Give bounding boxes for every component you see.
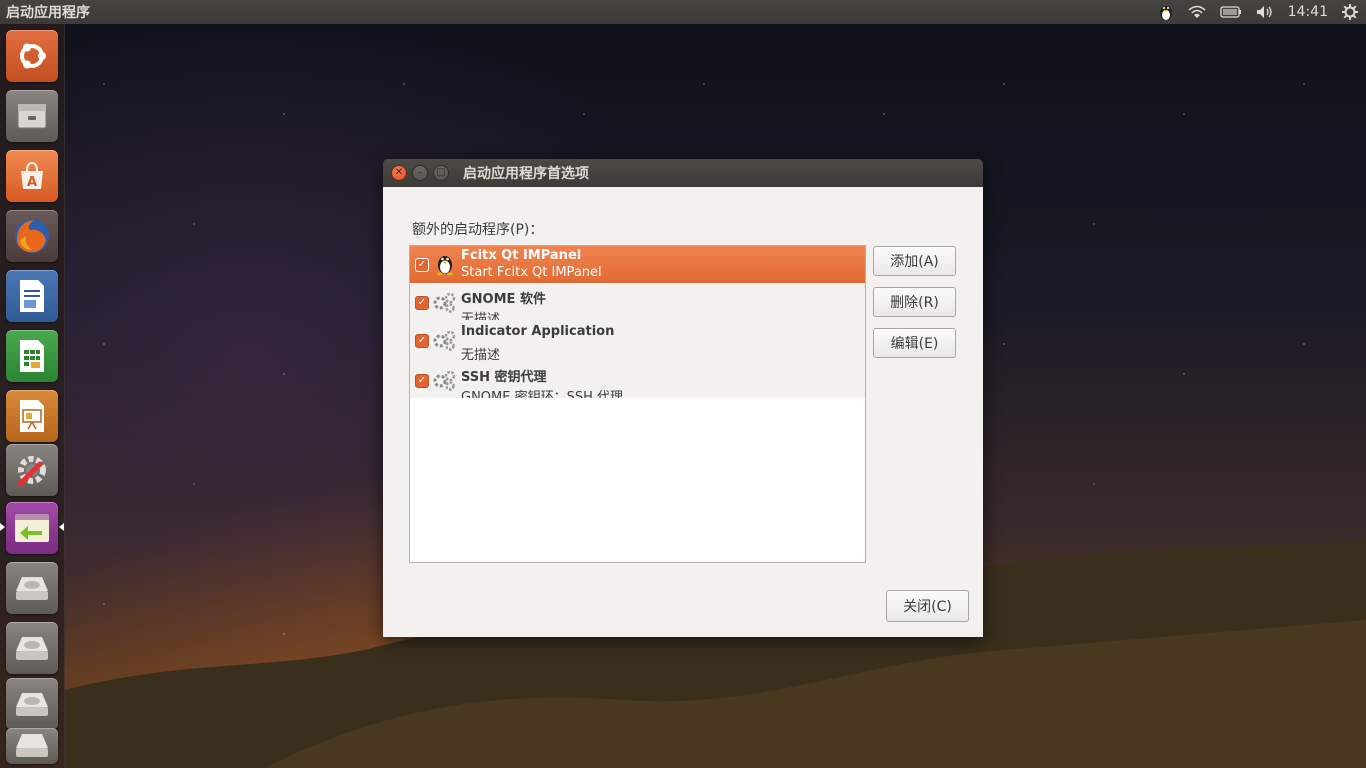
volume-icon[interactable] [1256,5,1274,19]
dialog-titlebar[interactable]: ✕ – □ 启动应用程序首选项 [383,159,983,187]
enabled-checkbox[interactable]: ✓ [415,374,429,388]
clock[interactable]: 14:41 [1288,4,1328,20]
software-center-icon[interactable]: A [6,150,58,202]
program-description: Start Fcitx Qt IMPanel [461,265,602,280]
list-item[interactable]: ✓ Indicator Application 无描述 [410,320,865,362]
enabled-checkbox[interactable]: ✓ [415,334,429,348]
firefox-icon[interactable] [6,210,58,262]
edit-button[interactable]: 编辑(E) [873,328,956,358]
system-settings-icon[interactable] [6,444,58,496]
penguin-icon [432,251,458,277]
list-item[interactable]: ✓ Fcitx Qt IMPanel Start Fcitx Qt IMPane… [410,246,865,283]
writer-icon[interactable] [6,270,58,322]
remove-button[interactable]: 删除(R) [873,287,956,317]
startup-applications-icon[interactable] [6,502,58,554]
program-name: Fcitx Qt IMPanel [461,248,582,263]
wifi-icon[interactable] [1188,5,1206,19]
minimize-window-icon[interactable]: – [412,165,428,181]
list-item[interactable]: ✓ SSH 密钥代理 GNOME 密钥环：SSH 代理 [410,362,865,398]
indicator-area: 14:41 [1158,3,1366,21]
ubuntu-dash-icon[interactable] [6,30,58,82]
startup-preferences-dialog: ✕ – □ 启动应用程序首选项 额外的启动程序(P)： ✓ Fcitx Qt I… [383,159,983,637]
startup-programs-label: 额外的启动程序(P)： [412,222,544,238]
program-name: SSH 密钥代理 [461,370,547,385]
list-item[interactable]: ✓ GNOME 软件 无描述 [410,284,865,320]
add-button[interactable]: 添加(A) [873,246,956,276]
enabled-checkbox[interactable]: ✓ [415,296,429,310]
gears-icon [432,289,458,315]
gears-icon [432,327,458,353]
dialog-title: 启动应用程序首选项 [463,166,589,182]
active-app-indicator [0,523,5,531]
active-app-title: 启动应用程序 [6,5,90,21]
files-icon[interactable] [6,90,58,142]
drive-icon-3[interactable] [6,678,58,730]
program-description: 无描述 [461,312,501,320]
program-name: GNOME 软件 [461,292,546,307]
close-button[interactable]: 关闭(C) [886,590,969,622]
program-description: GNOME 密钥环：SSH 代理 [461,390,624,398]
fcitx-penguin-icon[interactable] [1158,3,1174,21]
battery-icon[interactable] [1219,6,1242,18]
dialog-content: 额外的启动程序(P)： ✓ Fcitx Qt IMPanel Start Fci… [383,187,983,637]
program-description: 无描述 [461,348,501,362]
svg-text:A: A [27,175,37,190]
drive-icon-1[interactable] [6,562,58,614]
settings-gear-icon[interactable] [1342,4,1358,20]
program-name: Indicator Application [461,324,615,339]
drive-icon-4[interactable] [6,728,58,764]
enabled-checkbox[interactable]: ✓ [415,258,429,272]
maximize-window-icon[interactable]: □ [433,165,449,181]
gears-icon [432,367,458,393]
startup-programs-list[interactable]: ✓ Fcitx Qt IMPanel Start Fcitx Qt IMPane… [409,245,866,563]
drive-icon-2[interactable] [6,622,58,674]
launcher: A [0,24,65,768]
close-window-icon[interactable]: ✕ [391,165,407,181]
top-panel: 启动应用程序 14:41 [0,0,1366,24]
focused-app-indicator [59,523,64,531]
calc-icon[interactable] [6,330,58,382]
impress-icon[interactable] [6,390,58,442]
